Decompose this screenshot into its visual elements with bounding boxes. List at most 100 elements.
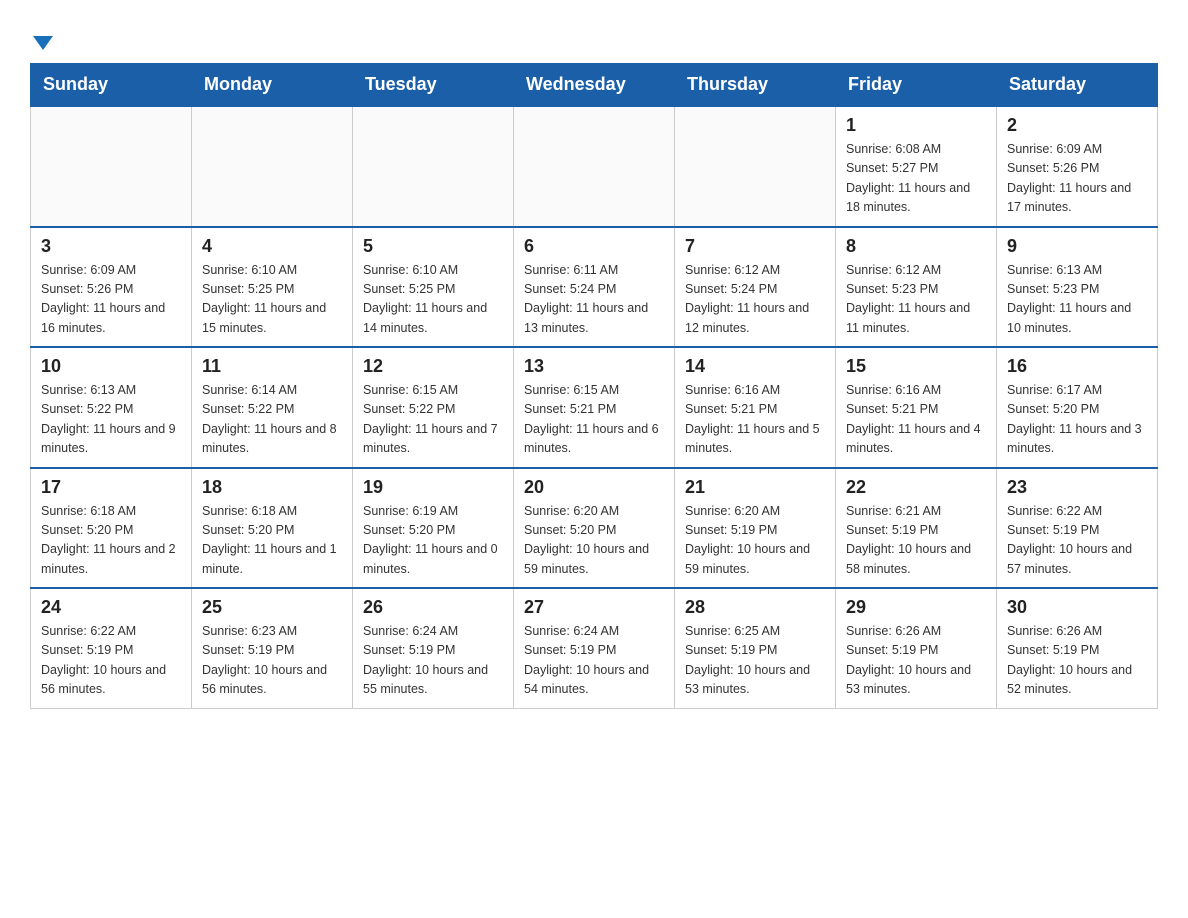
- calendar-day-cell: [353, 106, 514, 227]
- day-info: Sunrise: 6:15 AMSunset: 5:22 PMDaylight:…: [363, 381, 503, 459]
- day-info: Sunrise: 6:24 AMSunset: 5:19 PMDaylight:…: [363, 622, 503, 700]
- weekday-header-saturday: Saturday: [997, 64, 1158, 107]
- day-number: 23: [1007, 477, 1147, 498]
- day-number: 26: [363, 597, 503, 618]
- day-number: 24: [41, 597, 181, 618]
- calendar-week-row: 10 Sunrise: 6:13 AMSunset: 5:22 PMDayligh…: [31, 347, 1158, 468]
- day-info: Sunrise: 6:22 AMSunset: 5:19 PMDaylight:…: [41, 622, 181, 700]
- day-number: 2: [1007, 115, 1147, 136]
- calendar-day-cell: 7 Sunrise: 6:12 AMSunset: 5:24 PMDaylight…: [675, 227, 836, 348]
- day-info: Sunrise: 6:09 AMSunset: 5:26 PMDaylight:…: [1007, 140, 1147, 218]
- day-number: 4: [202, 236, 342, 257]
- day-number: 11: [202, 356, 342, 377]
- calendar-day-cell: 24 Sunrise: 6:22 AMSunset: 5:19 PMDayligh…: [31, 588, 192, 708]
- calendar-day-cell: 18 Sunrise: 6:18 AMSunset: 5:20 PMDayligh…: [192, 468, 353, 589]
- day-info: Sunrise: 6:24 AMSunset: 5:19 PMDaylight:…: [524, 622, 664, 700]
- weekday-header-sunday: Sunday: [31, 64, 192, 107]
- day-info: Sunrise: 6:25 AMSunset: 5:19 PMDaylight:…: [685, 622, 825, 700]
- weekday-header-friday: Friday: [836, 64, 997, 107]
- calendar-day-cell: 13 Sunrise: 6:15 AMSunset: 5:21 PMDayligh…: [514, 347, 675, 468]
- day-number: 9: [1007, 236, 1147, 257]
- calendar-day-cell: [31, 106, 192, 227]
- calendar-day-cell: [192, 106, 353, 227]
- day-number: 13: [524, 356, 664, 377]
- day-info: Sunrise: 6:15 AMSunset: 5:21 PMDaylight:…: [524, 381, 664, 459]
- day-number: 27: [524, 597, 664, 618]
- calendar-day-cell: 5Sunrise: 6:10 AMSunset: 5:25 PMDaylight…: [353, 227, 514, 348]
- weekday-header-monday: Monday: [192, 64, 353, 107]
- day-info: Sunrise: 6:09 AMSunset: 5:26 PMDaylight:…: [41, 261, 181, 339]
- calendar-day-cell: 17 Sunrise: 6:18 AMSunset: 5:20 PMDayligh…: [31, 468, 192, 589]
- day-number: 8: [846, 236, 986, 257]
- calendar-day-cell: 20Sunrise: 6:20 AMSunset: 5:20 PMDayligh…: [514, 468, 675, 589]
- day-number: 10: [41, 356, 181, 377]
- day-info: Sunrise: 6:12 AMSunset: 5:23 PMDaylight:…: [846, 261, 986, 339]
- calendar-day-cell: 12 Sunrise: 6:15 AMSunset: 5:22 PMDayligh…: [353, 347, 514, 468]
- calendar-day-cell: 9Sunrise: 6:13 AMSunset: 5:23 PMDaylight…: [997, 227, 1158, 348]
- day-info: Sunrise: 6:17 AMSunset: 5:20 PMDaylight:…: [1007, 381, 1147, 459]
- day-number: 1: [846, 115, 986, 136]
- day-number: 21: [685, 477, 825, 498]
- calendar-day-cell: 14 Sunrise: 6:16 AMSunset: 5:21 PMDayligh…: [675, 347, 836, 468]
- calendar-day-cell: 28 Sunrise: 6:25 AMSunset: 5:19 PMDayligh…: [675, 588, 836, 708]
- calendar-day-cell: 8 Sunrise: 6:12 AMSunset: 5:23 PMDaylight…: [836, 227, 997, 348]
- day-number: 16: [1007, 356, 1147, 377]
- calendar-header-row: SundayMondayTuesdayWednesdayThursdayFrid…: [31, 64, 1158, 107]
- calendar-day-cell: 30 Sunrise: 6:26 AMSunset: 5:19 PMDayligh…: [997, 588, 1158, 708]
- day-info: Sunrise: 6:26 AMSunset: 5:19 PMDaylight:…: [1007, 622, 1147, 700]
- day-number: 5: [363, 236, 503, 257]
- day-number: 19: [363, 477, 503, 498]
- day-info: Sunrise: 6:18 AMSunset: 5:20 PMDaylight:…: [41, 502, 181, 580]
- calendar-day-cell: 10 Sunrise: 6:13 AMSunset: 5:22 PMDayligh…: [31, 347, 192, 468]
- day-info: Sunrise: 6:20 AMSunset: 5:20 PMDaylight:…: [524, 502, 664, 580]
- calendar-day-cell: [514, 106, 675, 227]
- day-info: Sunrise: 6:11 AMSunset: 5:24 PMDaylight:…: [524, 261, 664, 339]
- day-info: Sunrise: 6:22 AMSunset: 5:19 PMDaylight:…: [1007, 502, 1147, 580]
- day-info: Sunrise: 6:16 AMSunset: 5:21 PMDaylight:…: [685, 381, 825, 459]
- day-number: 12: [363, 356, 503, 377]
- calendar-day-cell: 11Sunrise: 6:14 AMSunset: 5:22 PMDayligh…: [192, 347, 353, 468]
- day-info: Sunrise: 6:16 AMSunset: 5:21 PMDaylight:…: [846, 381, 986, 459]
- calendar-table: SundayMondayTuesdayWednesdayThursdayFrid…: [30, 63, 1158, 709]
- day-info: Sunrise: 6:19 AMSunset: 5:20 PMDaylight:…: [363, 502, 503, 580]
- day-info: Sunrise: 6:12 AMSunset: 5:24 PMDaylight:…: [685, 261, 825, 339]
- day-info: Sunrise: 6:23 AMSunset: 5:19 PMDaylight:…: [202, 622, 342, 700]
- calendar-day-cell: 27 Sunrise: 6:24 AMSunset: 5:19 PMDayligh…: [514, 588, 675, 708]
- calendar-week-row: 24 Sunrise: 6:22 AMSunset: 5:19 PMDayligh…: [31, 588, 1158, 708]
- calendar-day-cell: 21 Sunrise: 6:20 AMSunset: 5:19 PMDayligh…: [675, 468, 836, 589]
- day-number: 18: [202, 477, 342, 498]
- calendar-day-cell: 26 Sunrise: 6:24 AMSunset: 5:19 PMDayligh…: [353, 588, 514, 708]
- day-number: 28: [685, 597, 825, 618]
- logo-triangle-icon: [33, 36, 53, 50]
- calendar-day-cell: 23 Sunrise: 6:22 AMSunset: 5:19 PMDayligh…: [997, 468, 1158, 589]
- calendar-week-row: 17 Sunrise: 6:18 AMSunset: 5:20 PMDayligh…: [31, 468, 1158, 589]
- day-info: Sunrise: 6:18 AMSunset: 5:20 PMDaylight:…: [202, 502, 342, 580]
- day-number: 25: [202, 597, 342, 618]
- day-number: 7: [685, 236, 825, 257]
- day-info: Sunrise: 6:08 AMSunset: 5:27 PMDaylight:…: [846, 140, 986, 218]
- calendar-day-cell: 22 Sunrise: 6:21 AMSunset: 5:19 PMDayligh…: [836, 468, 997, 589]
- page-header: [30, 20, 1158, 53]
- day-info: Sunrise: 6:21 AMSunset: 5:19 PMDaylight:…: [846, 502, 986, 580]
- calendar-week-row: 3Sunrise: 6:09 AMSunset: 5:26 PMDaylight…: [31, 227, 1158, 348]
- day-number: 22: [846, 477, 986, 498]
- day-number: 14: [685, 356, 825, 377]
- calendar-day-cell: 16 Sunrise: 6:17 AMSunset: 5:20 PMDayligh…: [997, 347, 1158, 468]
- weekday-header-tuesday: Tuesday: [353, 64, 514, 107]
- day-info: Sunrise: 6:10 AMSunset: 5:25 PMDaylight:…: [202, 261, 342, 339]
- calendar-day-cell: 2 Sunrise: 6:09 AMSunset: 5:26 PMDaylight…: [997, 106, 1158, 227]
- calendar-day-cell: 25 Sunrise: 6:23 AMSunset: 5:19 PMDayligh…: [192, 588, 353, 708]
- calendar-day-cell: 4 Sunrise: 6:10 AMSunset: 5:25 PMDaylight…: [192, 227, 353, 348]
- day-number: 17: [41, 477, 181, 498]
- calendar-day-cell: 6Sunrise: 6:11 AMSunset: 5:24 PMDaylight…: [514, 227, 675, 348]
- day-info: Sunrise: 6:26 AMSunset: 5:19 PMDaylight:…: [846, 622, 986, 700]
- calendar-day-cell: 1 Sunrise: 6:08 AMSunset: 5:27 PMDaylight…: [836, 106, 997, 227]
- calendar-day-cell: 15 Sunrise: 6:16 AMSunset: 5:21 PMDayligh…: [836, 347, 997, 468]
- logo: [30, 20, 53, 53]
- day-info: Sunrise: 6:13 AMSunset: 5:22 PMDaylight:…: [41, 381, 181, 459]
- calendar-day-cell: [675, 106, 836, 227]
- day-info: Sunrise: 6:20 AMSunset: 5:19 PMDaylight:…: [685, 502, 825, 580]
- weekday-header-wednesday: Wednesday: [514, 64, 675, 107]
- day-number: 30: [1007, 597, 1147, 618]
- day-number: 15: [846, 356, 986, 377]
